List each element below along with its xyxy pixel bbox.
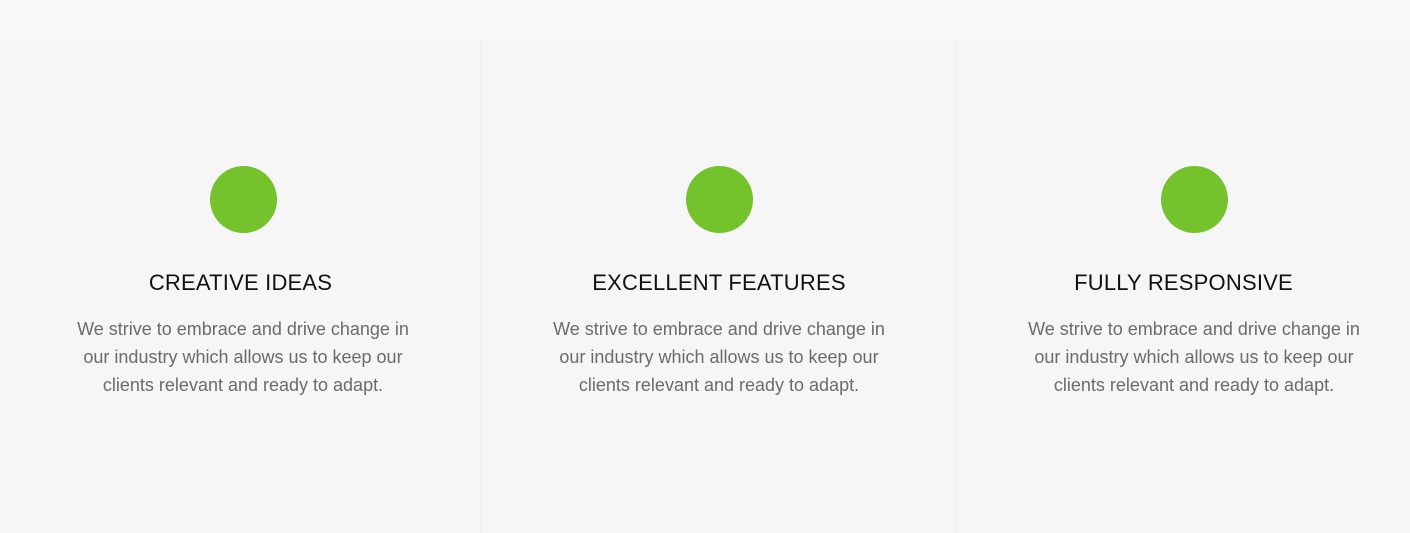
feature-text: We strive to embrace and drive change in… [1028,319,1360,395]
feature-fully-responsive: FULLY RESPONSIVE We strive to embrace an… [957,40,1410,533]
feature-text: We strive to embrace and drive change in… [553,319,885,395]
feature-excellent-features: EXCELLENT FEATURES We strive to embrace … [482,40,957,533]
feature-title: CREATIVE IDEAS [148,270,333,295]
feature-creative-ideas: CREATIVE IDEAS We strive to embrace and … [0,40,482,533]
circle-icon [686,166,753,233]
features-section: CREATIVE IDEAS We strive to embrace and … [0,40,1410,533]
feature-title: FULLY RESPONSIVE [1074,270,1293,295]
feature-title: EXCELLENT FEATURES [592,270,846,295]
circle-icon [210,166,277,233]
circle-icon [1161,166,1228,233]
feature-text: We strive to embrace and drive change in… [77,319,409,395]
top-strip [0,0,1410,40]
